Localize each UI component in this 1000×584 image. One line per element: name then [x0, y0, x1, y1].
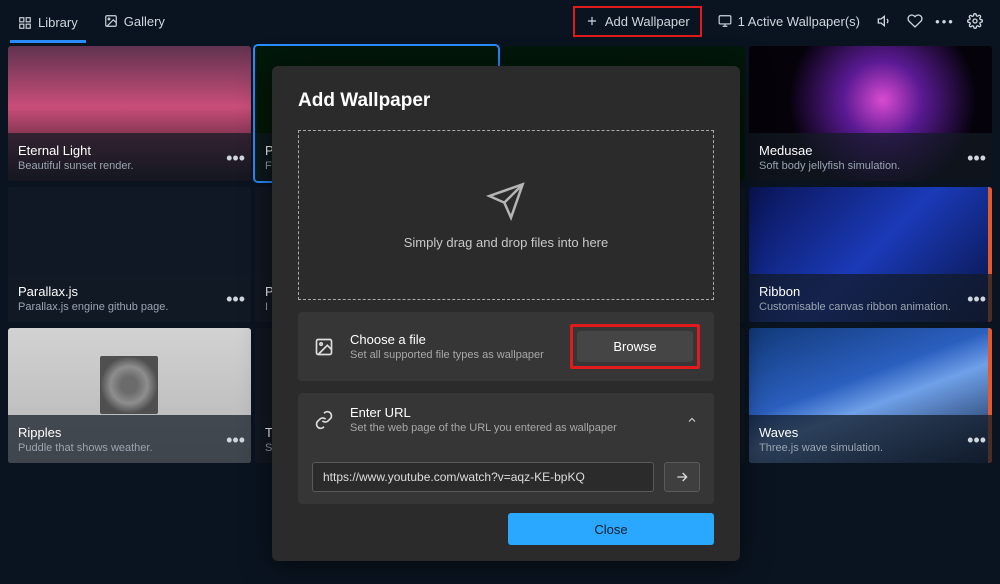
url-input[interactable] [312, 462, 654, 492]
tab-label: Library [38, 15, 78, 30]
top-bar: Library Gallery Add Wallpaper 1 Active W… [0, 0, 1000, 42]
enter-url-subtitle: Set the web page of the URL you entered … [350, 422, 670, 434]
send-icon [486, 181, 526, 221]
tab-label: Gallery [124, 14, 165, 29]
wallpaper-card[interactable]: Ripples Puddle that shows weather.••• [8, 328, 251, 463]
card-title: Ripples [18, 425, 241, 440]
card-footer: Parallax.js Parallax.js engine github pag… [8, 274, 251, 322]
card-subtitle: Customisable canvas ribbon animation. [759, 301, 982, 313]
card-more-button[interactable]: ••• [226, 148, 245, 169]
card-subtitle: Beautiful sunset render. [18, 160, 241, 172]
wallpaper-card[interactable]: Waves Three.js wave simulation.••• [749, 328, 992, 463]
card-title: Waves [759, 425, 982, 440]
heart-icon [907, 13, 923, 29]
card-subtitle: Soft body jellyfish simulation. [759, 160, 982, 172]
card-subtitle: Parallax.js engine github page. [18, 301, 241, 313]
add-wallpaper-dialog: Add Wallpaper Simply drag and drop files… [272, 66, 740, 561]
go-button[interactable] [664, 462, 700, 492]
plus-icon [585, 14, 599, 28]
card-more-button[interactable]: ••• [226, 430, 245, 451]
dots-icon: ••• [935, 14, 955, 29]
chevron-up-icon [686, 414, 698, 426]
link-icon [312, 408, 336, 432]
enter-url-row: Enter URL Set the web page of the URL yo… [298, 393, 714, 504]
card-title: Ribbon [759, 284, 982, 299]
wallpaper-card[interactable]: Ribbon Customisable canvas ribbon animati… [749, 187, 992, 322]
wallpaper-card[interactable]: Medusae Soft body jellyfish simulation.••… [749, 46, 992, 181]
choose-file-title: Choose a file [350, 332, 556, 347]
collapse-button[interactable] [684, 412, 700, 428]
card-subtitle: Puddle that shows weather. [18, 442, 241, 454]
card-more-button[interactable]: ••• [967, 289, 986, 310]
arrow-right-icon [674, 469, 690, 485]
more-button[interactable]: ••• [930, 6, 960, 36]
grid-icon [18, 16, 32, 30]
card-footer: Medusae Soft body jellyfish simulation. [749, 133, 992, 181]
active-wallpapers-button[interactable]: 1 Active Wallpaper(s) [708, 8, 870, 35]
card-footer: Eternal Light Beautiful sunset render. [8, 133, 251, 181]
card-more-button[interactable]: ••• [226, 289, 245, 310]
gear-icon [967, 13, 983, 29]
add-wallpaper-button[interactable]: Add Wallpaper [573, 6, 702, 37]
choose-file-subtitle: Set all supported file types as wallpape… [350, 349, 556, 361]
close-button[interactable]: Close [508, 513, 714, 545]
add-wallpaper-label: Add Wallpaper [605, 14, 690, 29]
drop-zone[interactable]: Simply drag and drop files into here [298, 130, 714, 300]
card-footer: Waves Three.js wave simulation. [749, 415, 992, 463]
image-icon [104, 14, 118, 28]
wallpaper-card[interactable]: Parallax.js Parallax.js engine github pag… [8, 187, 251, 322]
active-wallpapers-label: 1 Active Wallpaper(s) [738, 14, 860, 29]
settings-button[interactable] [960, 6, 990, 36]
card-more-button[interactable]: ••• [967, 430, 986, 451]
favorite-button[interactable] [900, 6, 930, 36]
tab-gallery[interactable]: Gallery [96, 8, 173, 35]
volume-button[interactable] [870, 6, 900, 36]
card-subtitle: Three.js wave simulation. [759, 442, 982, 454]
card-footer: Ripples Puddle that shows weather. [8, 415, 251, 463]
drop-hint: Simply drag and drop files into here [404, 235, 609, 250]
choose-file-row: Choose a file Set all supported file typ… [298, 312, 714, 381]
card-title: Medusae [759, 143, 982, 158]
card-title: Eternal Light [18, 143, 241, 158]
tab-library[interactable]: Library [10, 9, 86, 43]
card-more-button[interactable]: ••• [967, 148, 986, 169]
volume-icon [877, 13, 893, 29]
monitor-icon [718, 14, 732, 28]
card-title: Parallax.js [18, 284, 241, 299]
enter-url-title: Enter URL [350, 405, 670, 420]
browse-button[interactable]: Browse [577, 331, 693, 362]
browse-highlight: Browse [570, 324, 700, 369]
image-icon [312, 335, 336, 359]
card-footer: Ribbon Customisable canvas ribbon animati… [749, 274, 992, 322]
wallpaper-card[interactable]: Eternal Light Beautiful sunset render.••• [8, 46, 251, 181]
dialog-title: Add Wallpaper [298, 90, 714, 112]
